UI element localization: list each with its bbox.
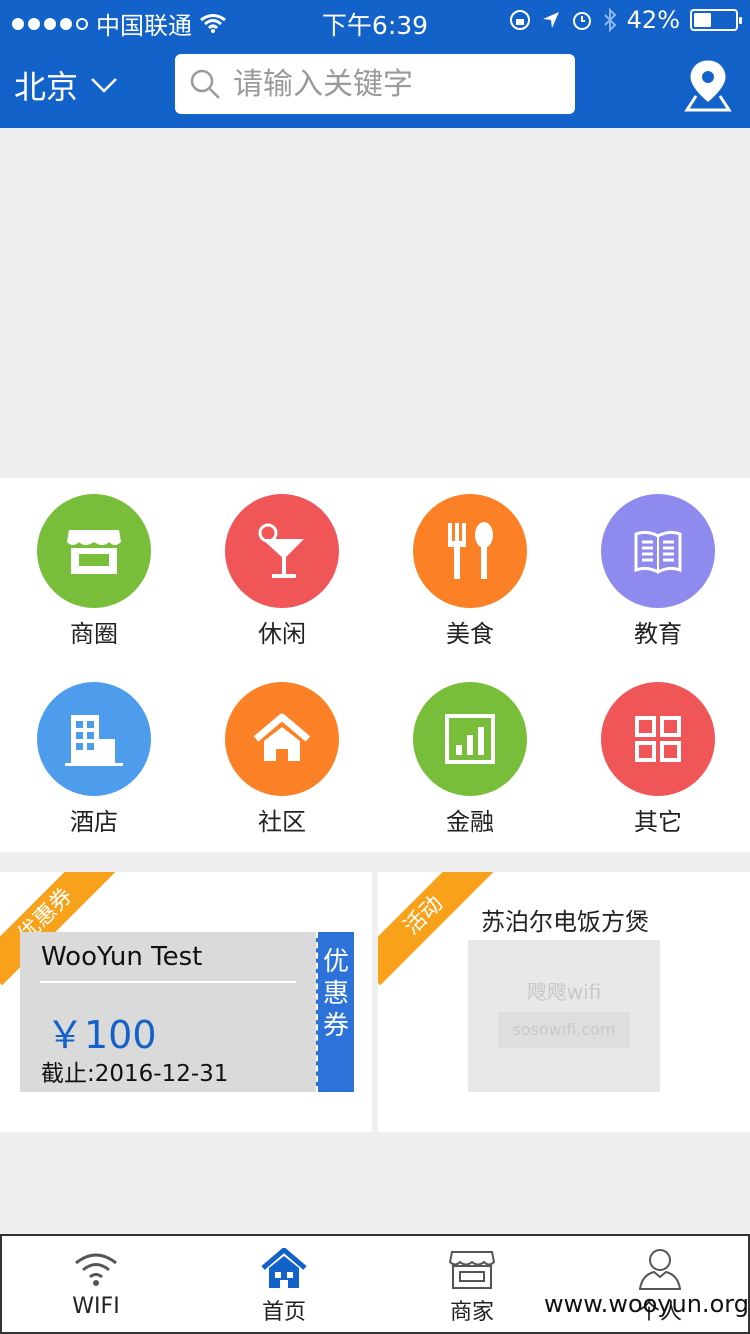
coupon-price: ￥100 xyxy=(46,1013,157,1057)
coupon-ticket[interactable]: WooYun Test ￥100 截止:2016-12-31 xyxy=(20,932,316,1092)
book-icon xyxy=(634,530,682,574)
category-icon-circle xyxy=(601,682,715,796)
category-label: 教育 xyxy=(634,620,682,648)
category-finance[interactable]: 金融 xyxy=(376,666,564,846)
search-icon xyxy=(190,69,220,99)
category-icon-circle xyxy=(225,494,339,608)
category-icon-circle xyxy=(413,682,527,796)
category-label: 商圈 xyxy=(70,620,118,648)
coupon-title: WooYun Test xyxy=(41,942,203,972)
building-icon xyxy=(65,715,123,766)
status-bar: 中国联通 下午6:39 42% xyxy=(0,0,750,40)
alarm-icon xyxy=(572,12,591,30)
coupon-tab[interactable]: 优惠券 xyxy=(316,932,354,1092)
placeholder-logo-text: 飕飕wifi xyxy=(526,980,602,1004)
location-arrow-icon xyxy=(542,12,559,28)
tab-label: 首页 xyxy=(261,1300,306,1325)
battery-icon xyxy=(690,9,742,31)
category-icon-circle xyxy=(413,494,527,608)
coupon-divider xyxy=(40,981,296,983)
coupon-card[interactable]: 优惠券 WooYun Test ￥100 截止:2016-12-31 优惠券 xyxy=(0,872,372,1132)
category-community[interactable]: 社区 xyxy=(188,666,376,846)
category-shopping-district[interactable]: 商圈 xyxy=(0,478,188,658)
activity-title: 苏泊尔电饭方煲 xyxy=(481,908,649,936)
coupon-tab-label: 优惠券 xyxy=(322,947,349,1041)
tab-label: WIFI xyxy=(72,1294,120,1319)
category-label: 金融 xyxy=(446,808,494,836)
tab-label: 商家 xyxy=(449,1300,494,1325)
wifi-icon xyxy=(75,1253,117,1286)
status-right: 42% xyxy=(509,6,742,34)
activity-image-placeholder[interactable]: 飕飕wifi sosowifi.com xyxy=(468,940,660,1092)
storefront-icon xyxy=(67,530,121,574)
bar-chart-icon xyxy=(445,714,495,764)
category-icon-circle xyxy=(225,682,339,796)
rotation-lock-icon xyxy=(509,10,530,30)
city-label: 北京 xyxy=(14,68,79,106)
tab-home[interactable]: 首页 xyxy=(190,1236,378,1332)
tab-merchant[interactable]: 商家 xyxy=(378,1236,566,1332)
person-icon xyxy=(638,1249,682,1290)
grid-icon xyxy=(635,716,681,762)
city-selector[interactable]: 北京 xyxy=(14,62,118,108)
search-input[interactable] xyxy=(233,66,553,102)
fork-spoon-icon xyxy=(448,522,493,579)
bluetooth-icon xyxy=(603,8,617,32)
category-other[interactable]: 其它 xyxy=(564,666,750,846)
tab-wifi[interactable]: WIFI xyxy=(2,1236,190,1332)
shop-icon xyxy=(448,1251,496,1289)
map-location-icon[interactable] xyxy=(684,58,732,114)
home-icon xyxy=(261,1248,307,1288)
category-label: 酒店 xyxy=(70,808,118,836)
chevron-down-icon xyxy=(91,78,117,93)
activity-card[interactable]: 活动 苏泊尔电饭方煲 飕飕wifi sosowifi.com xyxy=(378,872,750,1132)
category-education[interactable]: 教育 xyxy=(564,478,750,658)
category-label: 休闲 xyxy=(258,620,306,648)
category-label: 其它 xyxy=(634,808,682,836)
category-icon-circle xyxy=(37,682,151,796)
category-hotel[interactable]: 酒店 xyxy=(0,666,188,846)
coupon-expiry: 截止:2016-12-31 xyxy=(41,1061,229,1087)
category-food[interactable]: 美食 xyxy=(376,478,564,658)
category-icon-circle xyxy=(601,494,715,608)
battery-percent: 42% xyxy=(626,6,680,34)
category-label: 美食 xyxy=(446,620,494,648)
banner-area[interactable] xyxy=(0,128,750,478)
bottom-tab-bar: WIFI 首页 商家 个人 xyxy=(0,1234,750,1334)
category-grid: 商圈 休闲 美食 教育 酒店 社区 金融 其它 xyxy=(0,478,750,852)
category-label: 社区 xyxy=(258,808,306,836)
search-box[interactable] xyxy=(175,54,575,114)
cocktail-icon xyxy=(258,523,304,578)
house-icon xyxy=(253,713,311,761)
app-header: 中国联通 下午6:39 42% 北京 xyxy=(0,0,750,128)
placeholder-domain-text: sosowifi.com xyxy=(498,1012,630,1048)
watermark-text: www.wooyun.org xyxy=(544,1290,749,1318)
category-leisure[interactable]: 休闲 xyxy=(188,478,376,658)
category-icon-circle xyxy=(37,494,151,608)
